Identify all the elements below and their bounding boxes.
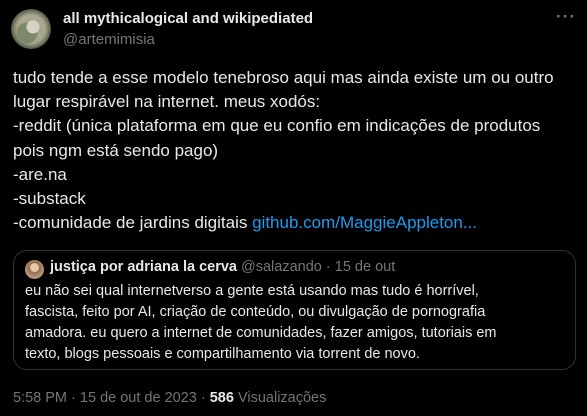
tweet-line: lugar respirável na internet. meus xodós… [13,92,321,112]
quoted-line: texto, blogs pessoais e compartilhamento… [25,346,420,362]
tweet-time[interactable]: 5:58 PM [13,390,67,406]
tweet-line-text: -comunidade de jardins digitais [13,213,253,233]
footer-separator: · [200,390,206,406]
views-count: 586 [209,390,234,406]
more-options-icon[interactable]: ··· [555,8,577,30]
tweet-footer: 5:58 PM · 15 de out de 2023 · 586 Visual… [13,390,326,406]
quoted-author-name: justiça por adriana la cerva [50,259,237,275]
tweet-line: -substack [13,189,86,209]
tweet-text: tudo tende a esse modelo tenebroso aqui … [13,66,578,235]
quoted-line: fascista, feito por AI, criação de conte… [25,304,486,320]
quoted-header: justiça por adriana la cerva @salazando … [50,259,395,275]
quoted-date: 15 de out [334,259,396,275]
quoted-author-handle: @salazando [241,259,322,275]
quoted-line: amadora. eu quero a internet de comunida… [25,325,497,341]
author-handle[interactable]: @artemimisia [63,31,155,48]
tweet-line: pois ngm está sendo pago) [13,140,219,160]
tweet: all mythicalogical and wikipediated @art… [0,0,587,416]
quoted-author-avatar [25,260,44,279]
quoted-text: eu não sei qual internetverso a gente es… [25,281,565,365]
tweet-line: -are.na [13,164,67,184]
tweet-link[interactable]: github.com/MaggieAppleton... [252,213,477,232]
tweet-line: tudo tende a esse modelo tenebroso aqui … [13,68,554,87]
views-label: Visualizações [237,390,327,406]
quoted-line: eu não sei qual internetverso a gente es… [25,283,479,299]
author-name[interactable]: all mythicalogical and wikipediated [63,10,313,27]
footer-separator: · [71,390,76,406]
tweet-date[interactable]: 15 de out de 2023 [80,390,197,406]
tweet-line-last: -comunidade de jardins digitais github.c… [13,211,578,235]
tweet-line: -reddit (única plataforma em que eu conf… [13,116,541,136]
author-avatar[interactable] [11,9,51,49]
quoted-separator: · [325,259,331,275]
quoted-tweet[interactable]: justiça por adriana la cerva @salazando … [13,250,576,370]
